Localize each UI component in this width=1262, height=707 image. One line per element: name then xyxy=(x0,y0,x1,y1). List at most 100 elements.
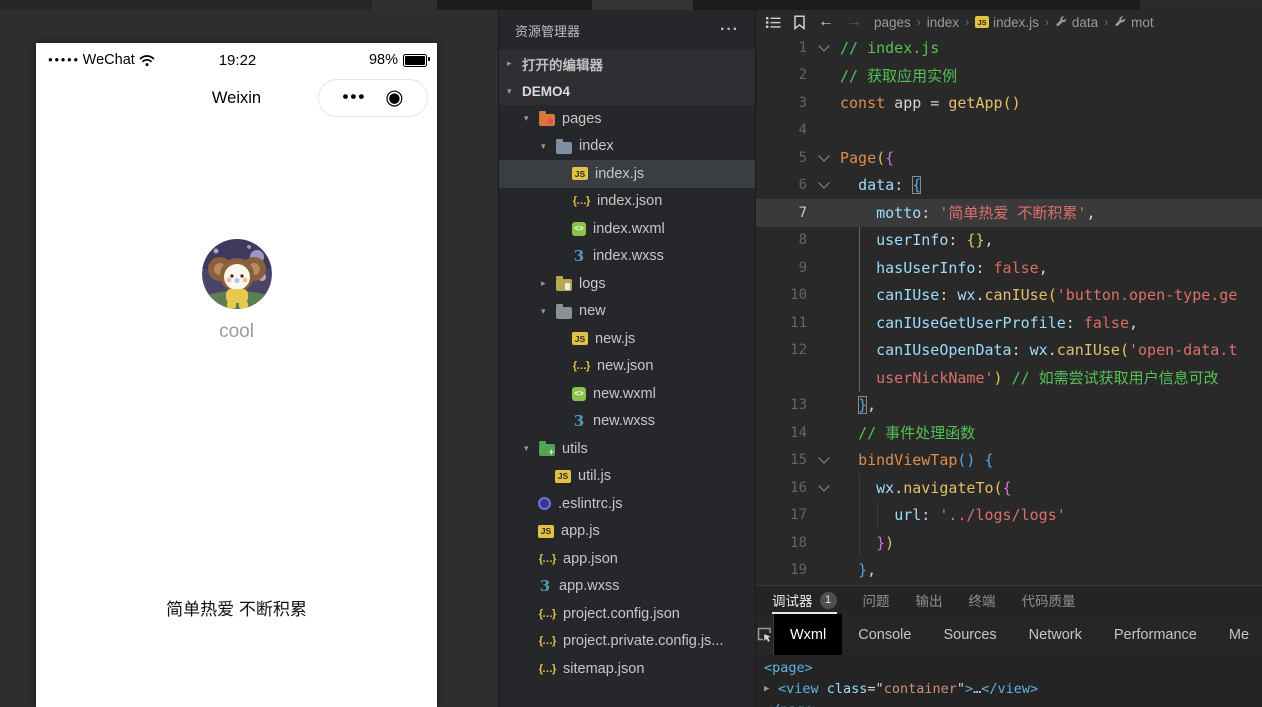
devtools-tab-sources[interactable]: Sources xyxy=(927,614,1012,655)
tree-item-open-editors[interactable]: ▸打开的编辑器 xyxy=(499,50,755,78)
tree-item-app-json[interactable]: {…}app.json xyxy=(499,545,755,573)
devtools-tab-network[interactable]: Network xyxy=(1013,614,1098,655)
fold-chevron-icon[interactable] xyxy=(807,451,840,469)
json-file-icon: {…} xyxy=(538,635,556,647)
tree-item-index-wxml[interactable]: <>index.wxml xyxy=(499,215,755,243)
code-line-5[interactable]: 5Page({ xyxy=(756,144,1262,172)
code-line-17[interactable]: 17 url: '../logs/logs' xyxy=(756,502,1262,530)
line-number: 3 xyxy=(756,95,807,111)
tree-item-app-js[interactable]: JSapp.js xyxy=(499,518,755,546)
tree-item-index[interactable]: ▾index xyxy=(499,133,755,161)
code-area[interactable]: 1// index.js2// 获取应用实例3const app = getAp… xyxy=(756,34,1262,586)
tree-item-project-private-config-json[interactable]: {…}project.private.config.js... xyxy=(499,628,755,656)
tree-item-label: logs xyxy=(579,276,606,292)
tree-item-new[interactable]: ▾new xyxy=(499,298,755,326)
devtools-tab-wxml[interactable]: Wxml xyxy=(774,614,842,655)
dom-expand-arrow[interactable]: ▶ xyxy=(764,679,778,700)
breadcrumb-item-index[interactable]: index xyxy=(927,15,959,30)
code-line-10[interactable]: 10 canIUse: wx.canIUse('button.open-type… xyxy=(756,282,1262,310)
breadcrumb-item-index-js[interactable]: JSindex.js xyxy=(975,15,1039,30)
code-line-8[interactable]: 8 userInfo: {}, xyxy=(756,227,1262,255)
fold-chevron-icon[interactable] xyxy=(807,176,840,194)
tree-item-demo4[interactable]: ▾DEMO4 xyxy=(499,78,755,106)
bookmark-icon[interactable] xyxy=(793,15,806,30)
tree-item-new-json[interactable]: {…}new.json xyxy=(499,353,755,381)
tree-expand-arrow[interactable]: ▾ xyxy=(541,306,556,317)
line-number: 13 xyxy=(756,397,807,413)
devtools-tab-performance[interactable]: Performance xyxy=(1098,614,1213,655)
code-line-1[interactable]: 1// index.js xyxy=(756,34,1262,62)
code-text: }, xyxy=(840,396,876,414)
breadcrumb-item-motto[interactable]: mot xyxy=(1114,15,1154,30)
tree-item-index-wxss[interactable]: 3index.wxss xyxy=(499,243,755,271)
code-line-15[interactable]: 15 bindViewTap() { xyxy=(756,447,1262,475)
code-line-14[interactable]: 14 // 事件处理函数 xyxy=(756,419,1262,447)
code-line-6[interactable]: 6 data: { xyxy=(756,172,1262,200)
dom-node-page-close[interactable]: </page> xyxy=(764,700,1262,707)
forward-arrow-icon[interactable]: → xyxy=(846,14,862,30)
line-number: 10 xyxy=(756,287,807,303)
code-line-7[interactable]: 7 motto: '简单热爱 不断积累', xyxy=(756,199,1262,227)
panel-tab-output[interactable]: 输出 xyxy=(916,586,943,614)
tree-item-sitemap-json[interactable]: {…}sitemap.json xyxy=(499,655,755,683)
tree-expand-arrow[interactable]: ▾ xyxy=(524,443,539,454)
code-line-12[interactable]: 12 canIUseOpenData: wx.canIUse('open-dat… xyxy=(756,337,1262,365)
tree-expand-arrow[interactable]: ▾ xyxy=(507,86,522,97)
dom-node-view-container[interactable]: ▶<view class="container">…</view> xyxy=(764,679,1262,700)
code-line-9[interactable]: 9 hasUserInfo: false, xyxy=(756,254,1262,282)
tree-item-utils[interactable]: ▾utils xyxy=(499,435,755,463)
breadcrumb-item-data[interactable]: data xyxy=(1055,15,1098,30)
tree-item-eslintrc-js[interactable]: .eslintrc.js xyxy=(499,490,755,518)
code-line-18[interactable]: 18 }) xyxy=(756,529,1262,557)
panel-tab-problems[interactable]: 问题 xyxy=(863,586,890,614)
tree-item-logs[interactable]: ▸ logs xyxy=(499,270,755,298)
code-line-3[interactable]: 3const app = getApp() xyxy=(756,89,1262,117)
tree-item-label: 打开的编辑器 xyxy=(522,54,603,74)
tree-item-pages[interactable]: ▾pages xyxy=(499,105,755,133)
tree-item-new-wxml[interactable]: <>new.wxml xyxy=(499,380,755,408)
devtools-tab-console[interactable]: Console xyxy=(842,614,927,655)
tree-item-index-js[interactable]: JSindex.js xyxy=(499,160,755,188)
breadcrumb-item-pages[interactable]: pages xyxy=(874,15,911,30)
back-arrow-icon[interactable]: ← xyxy=(818,14,834,30)
outline-list-icon[interactable] xyxy=(766,16,781,29)
tree-expand-arrow[interactable]: ▸ xyxy=(541,278,556,289)
tree-item-new-js[interactable]: JSnew.js xyxy=(499,325,755,353)
panel-tab-terminal[interactable]: 终端 xyxy=(969,586,996,614)
tree-expand-arrow[interactable]: ▸ xyxy=(507,58,522,69)
tree-item-util-js[interactable]: JSutil.js xyxy=(499,463,755,491)
fold-chevron-icon[interactable] xyxy=(807,39,840,57)
tree-item-project-config-json[interactable]: {…}project.config.json xyxy=(499,600,755,628)
fold-chevron-icon[interactable] xyxy=(807,149,840,167)
code-line-13[interactable]: 13 }, xyxy=(756,392,1262,420)
tree-item-label: app.js xyxy=(561,523,600,539)
code-line-4[interactable]: 4 xyxy=(756,117,1262,145)
explorer-more-icon[interactable]: ··· xyxy=(720,21,739,39)
tree-item-label: new.json xyxy=(597,358,653,374)
code-line-19[interactable]: 19 }, xyxy=(756,557,1262,585)
utils-folder-icon xyxy=(539,444,555,456)
tree-expand-arrow[interactable]: ▾ xyxy=(541,141,556,152)
dom-node-page-open[interactable]: <page> xyxy=(764,658,1262,679)
tree-item-index-json[interactable]: {…}index.json xyxy=(499,188,755,216)
debugger-tab-bar: 调试器1 问题输出终端代码质量 xyxy=(756,586,1262,614)
code-line-wrap[interactable]: userNickName') // 如需尝试获取用户信息可改 xyxy=(756,364,1262,392)
js-file-icon: JS xyxy=(572,167,588,180)
capsule-button[interactable]: ••• ◉ xyxy=(318,79,428,117)
devtools-tab-memory[interactable]: Me xyxy=(1213,614,1262,655)
code-line-16[interactable]: 16 wx.navigateTo({ xyxy=(756,474,1262,502)
chevron-down-icon xyxy=(818,480,829,491)
code-line-2[interactable]: 2// 获取应用实例 xyxy=(756,62,1262,90)
panel-tab-code-quality[interactable]: 代码质量 xyxy=(1022,586,1076,614)
tree-expand-arrow[interactable]: ▾ xyxy=(524,113,539,124)
file-explorer-panel: 资源管理器 ··· ▸打开的编辑器▾DEMO4▾pages▾indexJSind… xyxy=(498,10,755,707)
fold-chevron-icon[interactable] xyxy=(807,479,840,497)
inspect-element-icon[interactable] xyxy=(756,614,774,655)
tree-item-app-wxss[interactable]: 3app.wxss xyxy=(499,573,755,601)
new-folder-icon xyxy=(556,307,572,319)
panel-tab-debugger[interactable]: 调试器1 xyxy=(772,586,837,614)
tree-item-new-wxss[interactable]: 3new.wxss xyxy=(499,408,755,436)
user-avatar[interactable] xyxy=(202,239,272,309)
js-file-icon: JS xyxy=(555,470,571,483)
code-line-11[interactable]: 11 canIUseGetUserProfile: false, xyxy=(756,309,1262,337)
